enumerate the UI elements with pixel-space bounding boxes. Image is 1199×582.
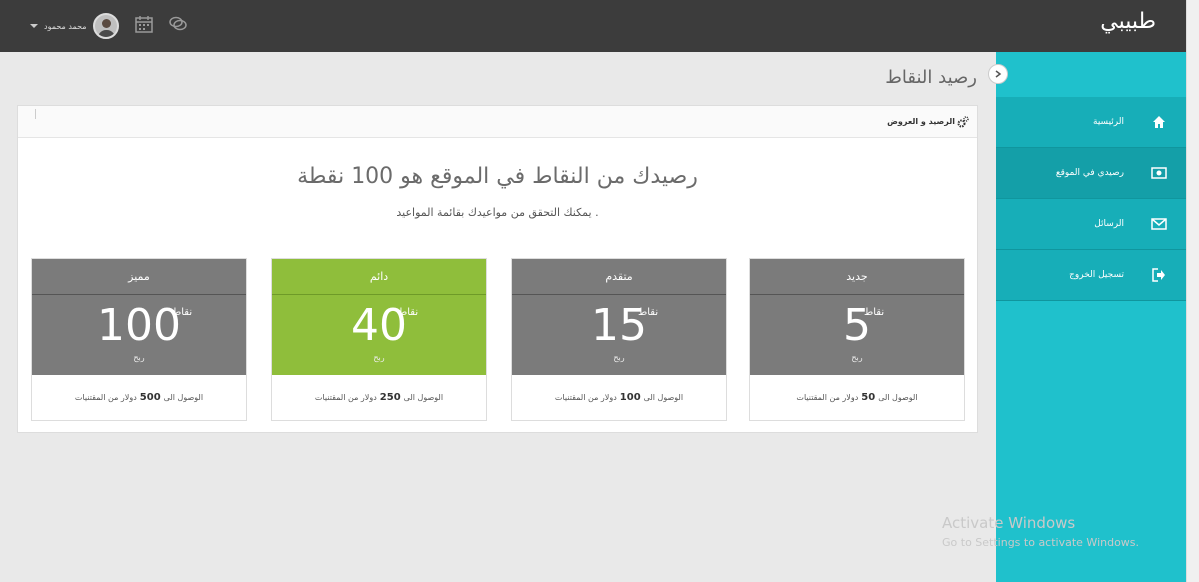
user-name: محمد محمود (44, 21, 87, 31)
plan-foot-amount: 50 (861, 392, 876, 403)
plan-description: دولار من المقتنيات 50 الوصول الى (750, 375, 964, 420)
user-menu[interactable]: محمد محمود (30, 12, 119, 40)
sidebar-item-label: تسجيل الخروج (1069, 270, 1124, 280)
sidebar-item-balance[interactable]: رصيدي في الموقع (996, 148, 1186, 199)
home-icon (1150, 113, 1168, 131)
comments-icon[interactable] (168, 14, 188, 34)
plan-foot-post: دولار من المقتنيات (74, 393, 137, 402)
plan-foot-pre: الوصول الى (163, 393, 204, 402)
plan-body: 40 نقاط ربح (272, 295, 486, 375)
plan-foot-amount: 500 (139, 392, 161, 403)
plan-points: 40 (351, 300, 407, 351)
plan-points: 100 (97, 300, 181, 351)
activation-watermark-title: Activate Windows (942, 514, 1076, 532)
activation-watermark-subtitle: Go to Settings to activate Windows. (942, 536, 1140, 549)
plan-card: مميز 100 نقاط ربح دولار من المقتنيات 500… (31, 258, 247, 421)
plan-period: ربح (851, 353, 863, 362)
money-icon (1150, 164, 1168, 182)
plan-unit: نقاط (172, 307, 193, 318)
page-scrollbar[interactable] (1186, 0, 1199, 582)
sidebar-item-label: الرئيسية (1093, 117, 1124, 127)
sidebar-toggle-button[interactable] (988, 64, 1008, 84)
plan-foot-post: دولار من المقتنيات (314, 393, 377, 402)
plan-name: جديد (750, 259, 964, 295)
plan-foot-amount: 250 (379, 392, 401, 403)
plan-description: دولار من المقتنيات 500 الوصول الى (32, 375, 246, 420)
brand-bar: طبيبي (996, 0, 1186, 52)
points-subline: يمكنك التحقق من مواعيدك بقائمة المواعيد … (396, 206, 599, 219)
calendar-icon[interactable] (134, 14, 154, 34)
plan-card: متقدم 15 نقاط ربح دولار من المقتنيات 100… (511, 258, 727, 421)
plan-points: 15 (591, 300, 647, 351)
plan-body: 100 نقاط ربح (32, 295, 246, 375)
sidebar: الرئيسية رصيدي في الموقع الرسائل تسجيل ا… (988, 52, 1186, 582)
plan-unit: نقاط (638, 307, 659, 318)
panel-title: الرصيد و العروض (887, 117, 955, 126)
page-title: رصيد النقاط (885, 67, 977, 88)
plan-foot-pre: الوصول الى (878, 393, 918, 402)
top-header: محمد محمود (0, 0, 996, 52)
plan-foot-post: دولار من المقتنيات (796, 393, 859, 402)
plan-foot-pre: الوصول الى (403, 393, 444, 402)
plan-description: دولار من المقتنيات 250 الوصول الى (272, 375, 486, 420)
brand-logo[interactable]: طبيبي (1100, 9, 1156, 34)
points-headline: رصيدك من النقاط في الموقع هو 100 نقطة (297, 164, 698, 189)
plan-name: مميز (32, 259, 246, 295)
plan-foot-pre: الوصول الى (643, 393, 684, 402)
plan-card: جديد 5 نقاط ربح دولار من المقتنيات 50 ال… (749, 258, 965, 421)
sign-out-icon (1150, 266, 1168, 284)
sidebar-item-label: رصيدي في الموقع (1055, 168, 1124, 178)
sidebar-item-label: الرسائل (1094, 219, 1124, 229)
plan-description: دولار من المقتنيات 100 الوصول الى (512, 375, 726, 420)
avatar (92, 13, 119, 39)
points-panel: الرصيد و العروض رصيدك من النقاط في الموق… (17, 105, 978, 433)
plan-foot-amount: 100 (619, 392, 641, 403)
envelope-icon (1150, 215, 1168, 233)
cogs-icon (957, 116, 969, 128)
plan-period: ربح (613, 353, 625, 362)
plan-period: ربح (373, 353, 385, 362)
chevron-right-icon (995, 70, 1002, 78)
plan-unit: نقاط (864, 307, 885, 318)
plan-name: متقدم (512, 259, 726, 295)
sidebar-item-messages[interactable]: الرسائل (996, 199, 1186, 250)
plan-name: دائم (272, 259, 486, 295)
plan-points: 5 (843, 300, 871, 351)
plan-foot-post: دولار من المقتنيات (554, 393, 617, 402)
plan-period: ربح (133, 353, 145, 362)
sidebar-nav: الرئيسية رصيدي في الموقع الرسائل تسجيل ا… (996, 97, 1186, 301)
panel-header: الرصيد و العروض (18, 106, 977, 138)
plan-body: 5 نقاط ربح (750, 295, 964, 375)
plan-body: 15 نقاط ربح (512, 295, 726, 375)
sidebar-item-logout[interactable]: تسجيل الخروج (996, 250, 1186, 301)
plan-card-featured: دائم 40 نقاط ربح دولار من المقتنيات 250 … (271, 258, 487, 421)
panel-grip (35, 109, 36, 119)
caret-down-icon (30, 24, 38, 28)
plan-unit: نقاط (398, 307, 419, 318)
sidebar-item-home[interactable]: الرئيسية (996, 97, 1186, 148)
